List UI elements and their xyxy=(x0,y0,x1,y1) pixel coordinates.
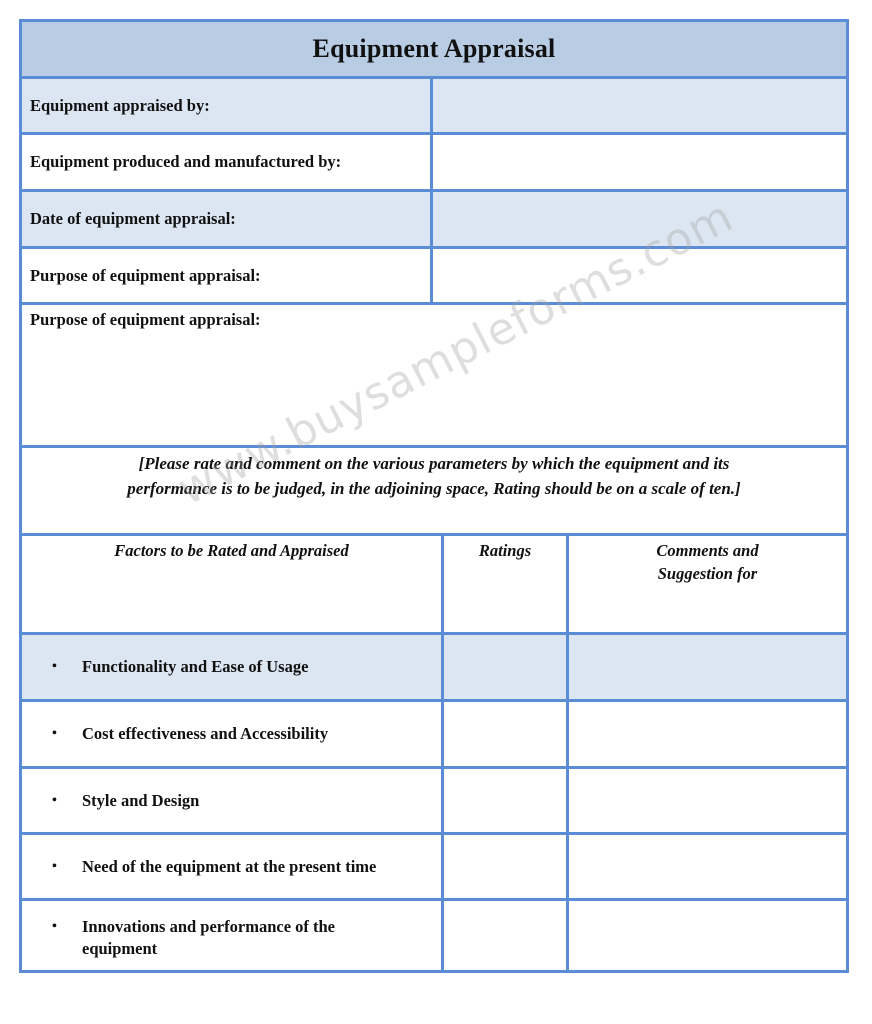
comment-input[interactable] xyxy=(569,702,846,766)
purpose-textarea[interactable]: Purpose of equipment appraisal: xyxy=(22,305,846,445)
factor-label: Need of the equipment at the present tim… xyxy=(82,856,377,876)
title-row: Equipment Appraisal xyxy=(22,22,846,76)
equipment-appraisal-form: Equipment Appraisal Equipment appraised … xyxy=(19,19,849,973)
form-title: Equipment Appraisal xyxy=(312,34,556,63)
field-label-appraised-by: Equipment appraised by: xyxy=(30,95,210,115)
appraisal-date-input[interactable] xyxy=(433,192,846,246)
table-row: • Innovations and performance of the equ… xyxy=(22,901,846,970)
bullet-icon: • xyxy=(52,726,57,741)
column-header-ratings: Ratings xyxy=(478,541,532,560)
field-label-appraisal-date: Date of equipment appraisal: xyxy=(30,209,236,228)
rating-input[interactable] xyxy=(444,635,566,699)
column-header-comments: Comments and Suggestion for xyxy=(569,539,846,585)
table-row: • Need of the equipment at the present t… xyxy=(22,835,846,898)
table-row: • Cost effectiveness and Accessibility xyxy=(22,702,846,766)
factor-cell: • Functionality and Ease of Usage xyxy=(52,635,412,699)
table-row: • Style and Design xyxy=(22,769,846,832)
comment-input[interactable] xyxy=(569,901,846,970)
comment-input[interactable] xyxy=(569,635,846,699)
rating-input[interactable] xyxy=(444,901,566,970)
rating-input[interactable] xyxy=(444,835,566,898)
rating-input[interactable] xyxy=(444,769,566,832)
instructions-line-2: performance is to be judged, in the adjo… xyxy=(127,479,741,498)
bullet-icon: • xyxy=(52,659,57,674)
bullet-icon: • xyxy=(52,858,57,874)
factor-label: Innovations and performance of the equip… xyxy=(82,917,336,958)
field-row-appraisal-date: Date of equipment appraisal: xyxy=(22,192,846,246)
appraised-by-input[interactable] xyxy=(433,79,846,132)
purpose-input[interactable] xyxy=(433,249,846,302)
rating-input[interactable] xyxy=(444,702,566,766)
field-label-manufactured-by: Equipment produced and manufactured by: xyxy=(30,152,342,171)
column-header-factors: Factors to be Rated and Appraised xyxy=(114,541,349,560)
factor-cell: • Style and Design xyxy=(52,769,412,832)
comment-input[interactable] xyxy=(569,769,846,832)
field-row-appraised-by: Equipment appraised by: xyxy=(22,79,846,132)
comment-input[interactable] xyxy=(569,835,846,898)
table-row: • Functionality and Ease of Usage xyxy=(22,635,846,699)
instructions-line-1: [Please rate and comment on the various … xyxy=(138,454,730,473)
field-row-purpose: Purpose of equipment appraisal: xyxy=(22,249,846,302)
manufactured-by-input[interactable] xyxy=(433,135,846,189)
field-row-manufactured-by: Equipment produced and manufactured by: xyxy=(22,135,846,189)
bullet-icon: • xyxy=(52,792,57,808)
factor-label: Functionality and Ease of Usage xyxy=(82,657,309,676)
field-label-purpose: Purpose of equipment appraisal: xyxy=(30,265,261,285)
factor-cell: • Need of the equipment at the present t… xyxy=(52,835,442,898)
factor-cell: • Innovations and performance of the equ… xyxy=(52,901,392,970)
table-header-row: Factors to be Rated and Appraised Rating… xyxy=(22,536,846,632)
purpose-box-value[interactable] xyxy=(30,335,838,439)
column-header-comments-line-1: Comments and xyxy=(656,541,759,560)
factor-label: Style and Design xyxy=(82,790,200,810)
column-header-comments-line-2: Suggestion for xyxy=(657,564,758,583)
factor-label: Cost effectiveness and Accessibility xyxy=(82,724,329,743)
bullet-icon: • xyxy=(52,919,57,934)
purpose-box-label: Purpose of equipment appraisal: xyxy=(30,310,261,329)
factor-cell: • Cost effectiveness and Accessibility xyxy=(52,702,412,766)
instructions-row: [Please rate and comment on the various … xyxy=(22,448,846,533)
